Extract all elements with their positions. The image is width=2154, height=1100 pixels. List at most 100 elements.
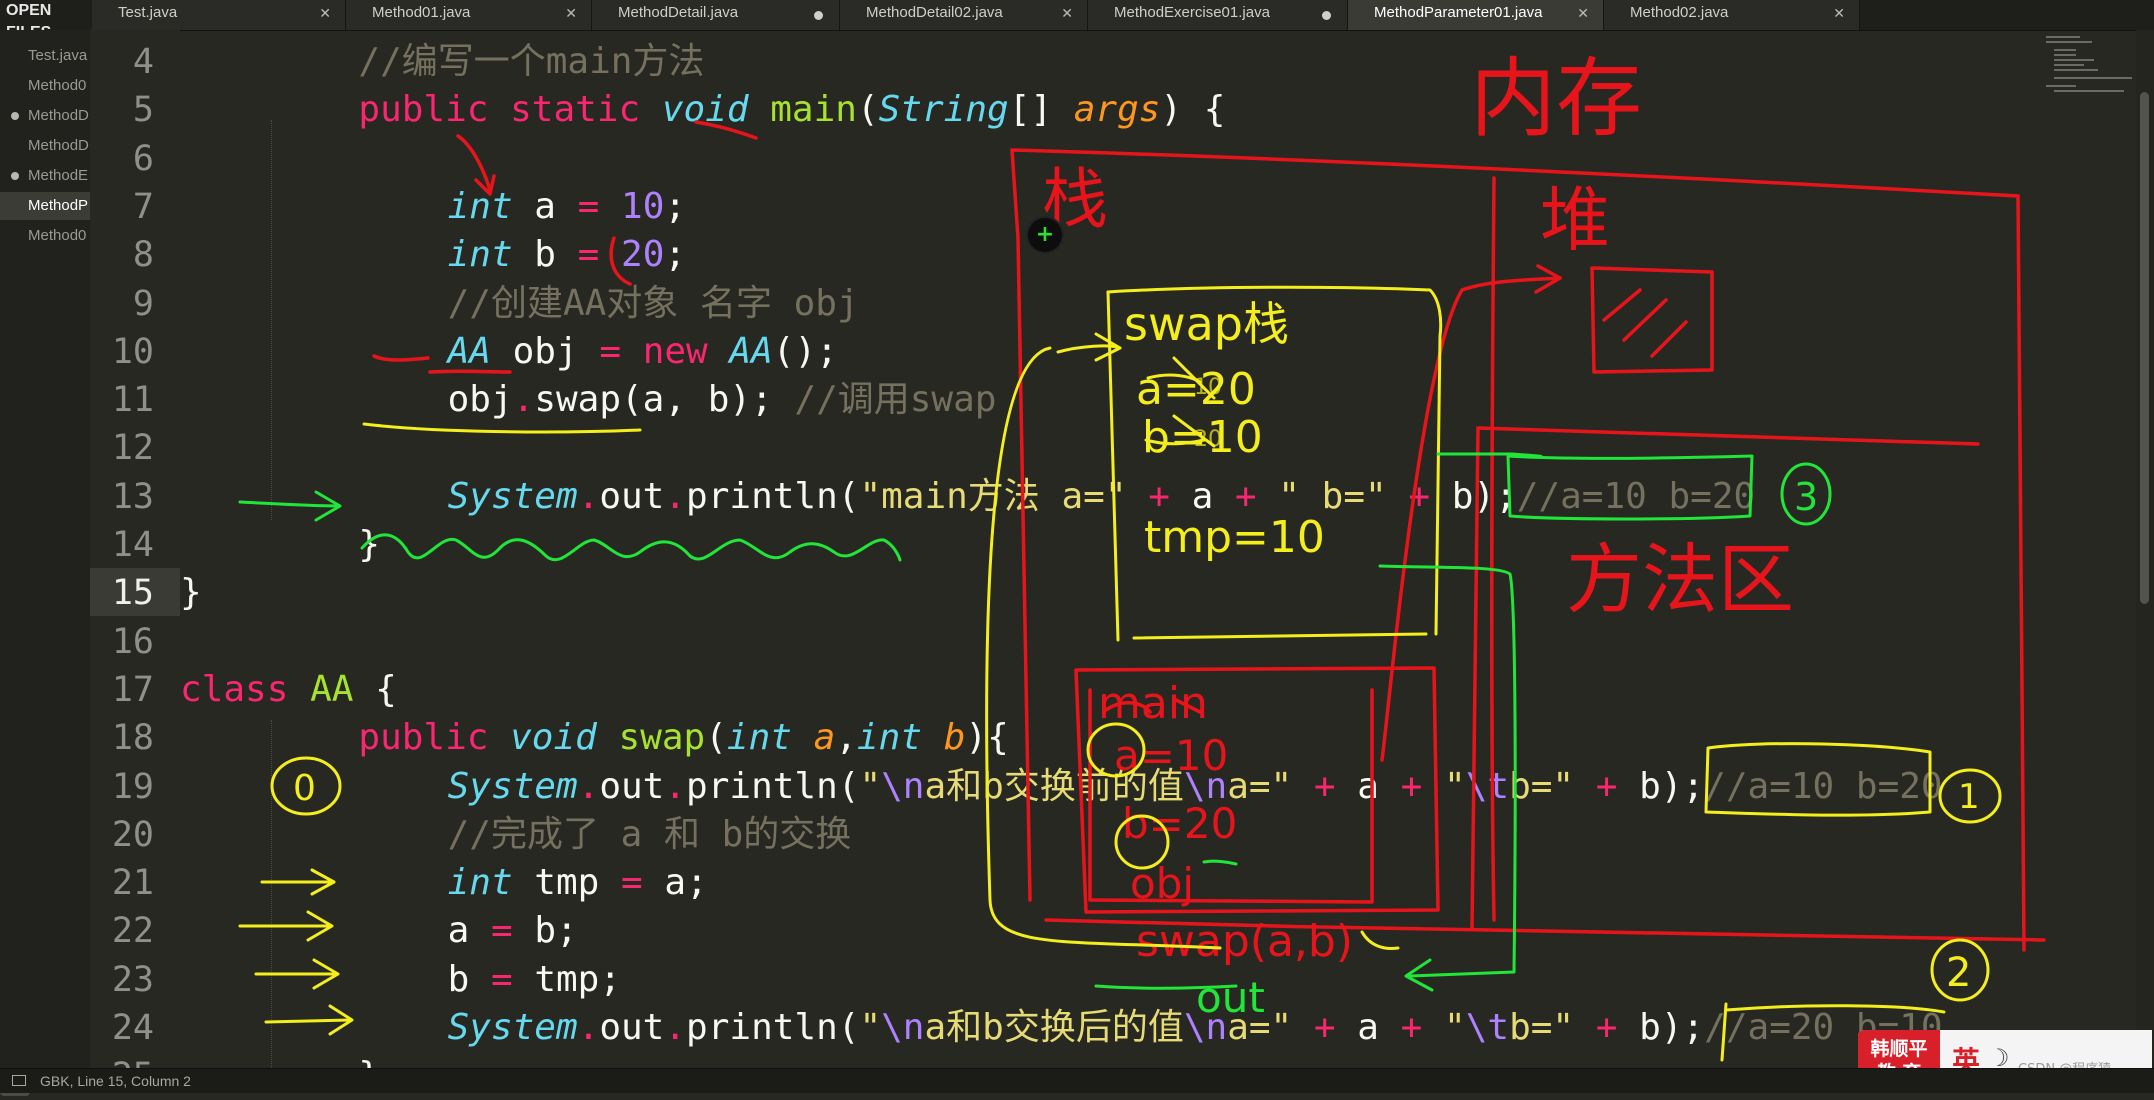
code-token: b	[512, 234, 578, 276]
sidebar-file-item[interactable]: Test.java	[0, 42, 90, 70]
modified-dot-icon[interactable]	[814, 11, 823, 20]
pen-cursor: +	[1026, 216, 1064, 254]
code-token: //完成了 a 和 b的交换	[447, 813, 852, 855]
code-token: tmp;	[512, 958, 622, 1000]
code-token: \t	[1465, 1007, 1510, 1048]
code-line[interactable]: int b = 20;	[448, 231, 686, 279]
sidebar-file-item[interactable]: MethodE	[0, 162, 90, 190]
sidebar-file-item[interactable]: MethodD	[0, 132, 90, 160]
code-token: .	[577, 1007, 600, 1048]
code-editor[interactable]: //编写一个main方法 public static void main(Stri…	[180, 30, 2130, 1068]
code-token: swap(a, b);	[534, 379, 795, 421]
code-token: int	[726, 717, 792, 759]
scrollbar-thumb[interactable]	[2140, 92, 2149, 604]
code-token: "	[1444, 765, 1466, 807]
open-files-sidebar: Test.java Method0 MethodD MethodD MethodE Met…	[0, 30, 91, 1096]
tab-label: MethodDetail.java	[618, 4, 739, 21]
code-token: new	[642, 330, 708, 372]
code-line[interactable]: System.out.println("main方法 a=" + a + " b…	[448, 473, 1756, 521]
code-token: b);	[1617, 765, 1705, 807]
code-token: tmp	[512, 862, 621, 904]
code-token: String	[878, 89, 1009, 131]
panel-toggle-icon[interactable]	[12, 1075, 26, 1086]
code-token: ,	[835, 717, 857, 759]
code-token: void	[661, 89, 749, 131]
code-token: }	[358, 524, 381, 565]
code-line[interactable]: b = tmp;	[448, 956, 621, 1004]
tab-label: MethodExercise01.java	[1114, 4, 1270, 21]
close-icon[interactable]: ✕	[1577, 0, 1589, 26]
minimap[interactable]	[2036, 30, 2136, 100]
line-number: 9	[132, 283, 154, 324]
close-icon[interactable]: ✕	[1061, 0, 1073, 26]
code-line[interactable]: //创建AA对象 名字 obj	[448, 280, 859, 328]
sidebar-file-item[interactable]: MethodP	[0, 192, 90, 220]
tab-0[interactable]: Test.java ✕	[92, 0, 346, 30]
close-icon[interactable]: ✕	[1833, 0, 1845, 26]
modified-dot-icon[interactable]	[1322, 11, 1331, 20]
sidebar-file-label: MethodD	[28, 137, 89, 154]
code-line[interactable]: a = b;	[448, 907, 578, 955]
code-line[interactable]: obj.swap(a, b); //调用swap	[448, 376, 997, 424]
code-token: +	[1313, 1007, 1336, 1048]
tab-2[interactable]: MethodDetail.java	[592, 0, 840, 30]
code-line[interactable]: AA obj = new AA();	[448, 328, 838, 376]
code-line[interactable]: class AA {	[180, 666, 397, 714]
tab-1[interactable]: Method01.java ✕	[346, 0, 592, 30]
code-token: "	[1444, 1007, 1466, 1048]
code-token: AA	[729, 330, 773, 372]
cursor-plus-icon: +	[1035, 222, 1055, 247]
code-line[interactable]: //编写一个main方法	[358, 38, 704, 86]
line-number: 6	[132, 138, 154, 179]
code-token: //a=10 b=20	[1516, 475, 1756, 517]
code-line[interactable]: }	[358, 521, 380, 569]
sidebar-file-item[interactable]: Method0	[0, 222, 90, 250]
code-token: +	[1400, 765, 1423, 807]
tab-4[interactable]: MethodExercise01.java	[1088, 0, 1348, 30]
tab-label: MethodParameter01.java	[1374, 4, 1543, 21]
code-token: (	[856, 89, 879, 131]
code-line[interactable]: }	[180, 569, 202, 617]
code-line[interactable]: //完成了 a 和 b的交换	[448, 811, 852, 859]
line-number: 12	[111, 428, 154, 469]
line-number: 11	[111, 380, 154, 421]
code-token: ){	[965, 717, 1009, 759]
code-token: b="	[1509, 765, 1575, 807]
code-line[interactable]: }	[358, 1052, 380, 1068]
code-token: +	[1595, 1007, 1618, 1048]
code-token: ;	[664, 185, 687, 227]
tab-5[interactable]: MethodParameter01.java ✕	[1348, 0, 1604, 30]
sidebar-file-label: MethodE	[28, 167, 89, 184]
tab-label: Method01.java	[372, 4, 471, 21]
code-token: .	[664, 475, 687, 517]
code-token: " b="	[1278, 475, 1387, 517]
code-token: obj	[447, 379, 513, 421]
code-token: b	[943, 717, 966, 759]
close-icon[interactable]: ✕	[319, 0, 331, 26]
modified-dot-icon	[11, 172, 19, 180]
code-line[interactable]: public void swap(int a,int b){	[358, 714, 1008, 762]
code-token: \n	[1183, 1007, 1228, 1048]
sidebar-file-item[interactable]: Method0	[0, 72, 90, 100]
line-number: 15	[111, 573, 154, 614]
code-line[interactable]: System.out.println("\na和b交换前的值\na=" + a …	[448, 763, 1943, 811]
tab-6[interactable]: Method02.java ✕	[1604, 0, 1860, 30]
code-token: a	[1335, 765, 1401, 807]
code-token: ;	[664, 234, 687, 276]
code-token: System	[447, 765, 578, 807]
code-line[interactable]: int a = 10;	[448, 183, 686, 231]
sidebar-file-item[interactable]: MethodD	[0, 102, 90, 130]
code-token: +	[1148, 475, 1170, 517]
code-token: public	[358, 89, 489, 131]
code-line[interactable]: public static void main(String[] args) {	[358, 86, 1225, 134]
code-line[interactable]: System.out.println("\na和b交换后的值\na=" + a …	[448, 1004, 1943, 1052]
tab-3[interactable]: MethodDetail02.java ✕	[840, 0, 1088, 30]
code-line[interactable]: int tmp = a;	[448, 859, 708, 907]
vertical-scrollbar[interactable]	[2136, 30, 2154, 1068]
code-token: AA	[447, 330, 491, 372]
close-icon[interactable]: ✕	[565, 0, 577, 26]
